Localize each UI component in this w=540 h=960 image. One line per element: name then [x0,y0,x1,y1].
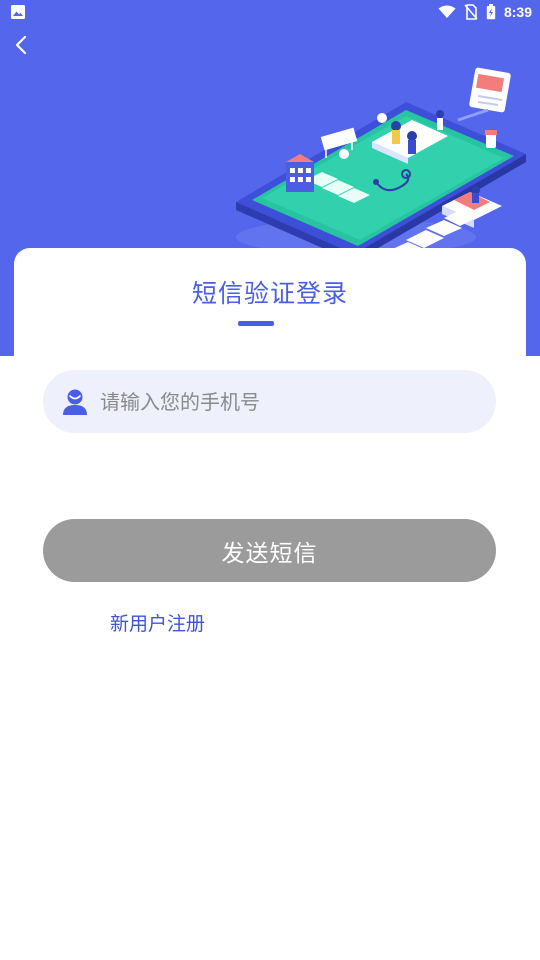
phone-field[interactable] [43,370,496,433]
battery-charging-icon [486,4,496,20]
status-icons: 8:39 [438,2,532,22]
back-button[interactable] [8,30,36,60]
register-link[interactable]: 新用户注册 [110,609,205,636]
title-underline [238,321,274,326]
page-title: 短信验证登录 [191,279,348,308]
wifi-icon [438,5,456,18]
send-sms-button[interactable]: 发送短信 [43,519,496,582]
phone-hospital-illustration [236,67,526,266]
status-bar: 8:39 [0,0,540,24]
phone-input[interactable] [100,381,460,422]
no-sim-icon [464,4,478,20]
status-time: 8:39 [503,4,532,20]
user-icon [63,389,87,415]
gallery-notification-icon [11,5,25,19]
chevron-left-icon [15,35,27,55]
